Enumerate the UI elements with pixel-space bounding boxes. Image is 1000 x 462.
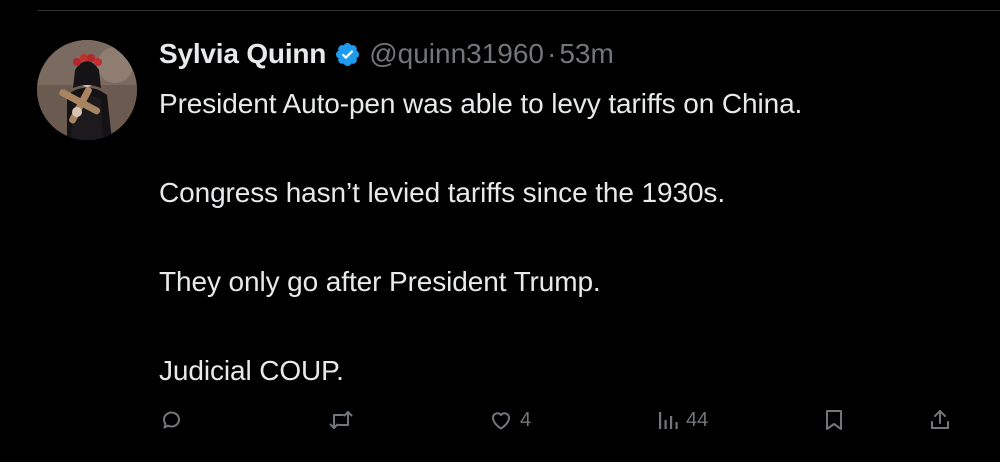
views-button[interactable]: 44 (656, 400, 708, 440)
verified-badge-icon (334, 41, 361, 68)
share-icon (928, 408, 952, 432)
bookmark-icon (822, 408, 846, 432)
retweet-icon (328, 408, 354, 432)
like-count: 4 (520, 408, 532, 431)
avatar[interactable] (37, 40, 137, 140)
bookmark-button[interactable] (822, 400, 846, 440)
tweet-line: Judicial COUP. (159, 355, 344, 386)
avatar-image (37, 40, 137, 140)
share-button[interactable] (928, 400, 952, 440)
tweet-line: President Auto-pen was able to levy tari… (159, 88, 803, 119)
heart-icon (488, 408, 514, 432)
tweet-line: Congress hasn’t levied tariffs since the… (159, 177, 725, 208)
reply-icon (160, 408, 184, 432)
tweet-header: Sylvia Quinn @quinn31960 · 53m (159, 34, 614, 74)
display-name[interactable]: Sylvia Quinn (159, 38, 326, 70)
reply-button[interactable] (160, 400, 190, 440)
timestamp[interactable]: 53m (559, 38, 613, 70)
views-count: 44 (686, 408, 709, 431)
tweet-line: They only go after President Trump. (159, 266, 601, 297)
separator-dot: · (547, 38, 557, 69)
top-divider (38, 10, 1000, 11)
retweet-button[interactable] (328, 400, 360, 440)
action-bar: 4 44 (160, 400, 960, 440)
like-button[interactable]: 4 (488, 400, 531, 440)
tweet-text: President Auto-pen was able to levy tari… (159, 82, 979, 393)
handle[interactable]: @quinn31960 (369, 38, 544, 70)
views-icon (656, 408, 680, 432)
